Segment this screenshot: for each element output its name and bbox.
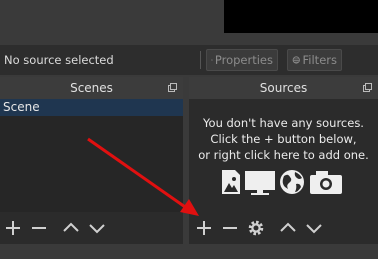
globe-icon — [280, 170, 304, 194]
bottom-bar — [0, 244, 378, 259]
filters-label: Filters — [302, 53, 337, 67]
filters-button[interactable]: Filters — [287, 49, 342, 71]
sources-list[interactable]: You don't have any sources. Click the + … — [189, 99, 378, 212]
preview-canvas[interactable] — [224, 0, 378, 33]
scenes-title: Scenes — [70, 81, 113, 95]
scenes-toolbar — [0, 212, 183, 244]
chevron-up-icon[interactable] — [62, 219, 80, 237]
sources-empty-message: You don't have any sources. Click the + … — [189, 115, 378, 163]
image-icon — [222, 170, 240, 194]
sources-dock: Sources You don't have any sources. Clic… — [189, 77, 378, 244]
scenes-title-bar: Scenes — [0, 77, 183, 99]
sources-toolbar — [189, 212, 378, 244]
source-type-icons — [222, 170, 342, 195]
properties-button[interactable]: Properties — [206, 49, 278, 71]
chevron-up-icon[interactable] — [279, 219, 297, 237]
plus-icon[interactable] — [195, 219, 213, 237]
chevron-down-icon[interactable] — [88, 219, 106, 237]
sources-title-bar: Sources — [189, 77, 378, 99]
gear-icon — [211, 59, 213, 61]
divider — [200, 51, 201, 69]
sources-title: Sources — [259, 81, 308, 95]
undock-icon[interactable] — [168, 83, 177, 92]
monitor-icon — [245, 171, 275, 195]
plus-icon[interactable] — [4, 219, 22, 237]
undock-icon[interactable] — [363, 83, 372, 92]
camera-icon — [310, 171, 342, 194]
properties-label: Properties — [214, 53, 273, 67]
context-bar: No source selected Properties Filters — [0, 45, 378, 75]
no-source-label: No source selected — [4, 53, 114, 67]
empty-line: Click the + button below, — [210, 132, 357, 146]
empty-line: or right click here to add one. — [198, 148, 369, 162]
filter-icon — [292, 56, 300, 64]
gear-icon[interactable] — [247, 219, 265, 237]
scenes-dock: Scenes Scene — [0, 77, 183, 244]
empty-line: You don't have any sources. — [203, 116, 364, 130]
scenes-list[interactable]: Scene — [0, 99, 183, 212]
minus-icon[interactable] — [30, 219, 48, 237]
preview-area — [0, 0, 378, 44]
chevron-down-icon[interactable] — [305, 219, 323, 237]
list-item[interactable]: Scene — [0, 99, 183, 116]
minus-icon[interactable] — [221, 219, 239, 237]
